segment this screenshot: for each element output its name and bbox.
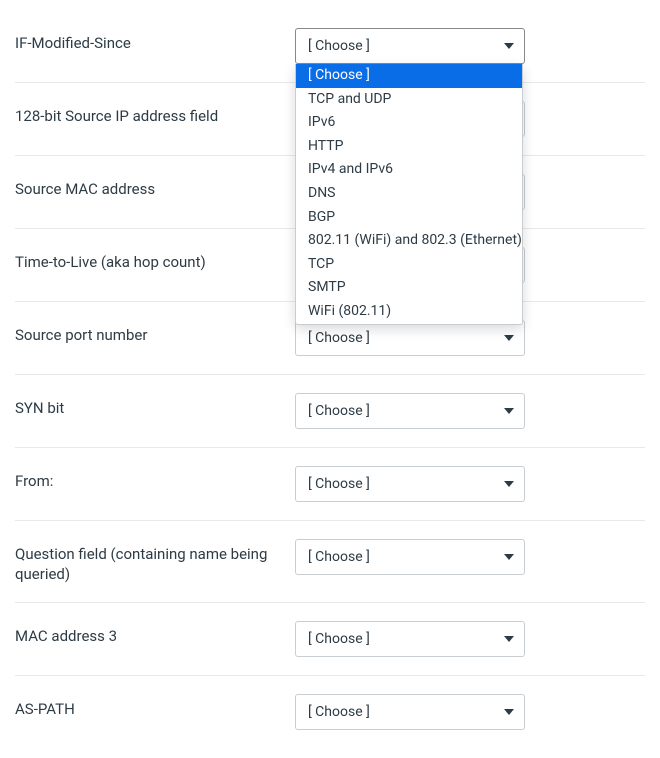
select-dropdown[interactable]: [ Choose ]: [295, 694, 525, 730]
select-dropdown[interactable]: [ Choose ]: [295, 28, 525, 64]
field-input-col: [ Choose ][ Choose ]TCP and UDPIPv6HTTPI…: [295, 28, 645, 64]
select-dropdown[interactable]: [ Choose ]: [295, 320, 525, 356]
field-label: Source port number: [15, 320, 295, 346]
form-row: SYN bit [ Choose ]: [15, 375, 645, 448]
dropdown-option[interactable]: HTTP: [296, 135, 522, 159]
chevron-down-icon: [504, 43, 514, 49]
field-input-col: [ Choose ]: [295, 539, 645, 575]
field-label: IF-Modified-Since: [15, 28, 295, 54]
field-label: MAC address 3: [15, 621, 295, 647]
dropdown-option[interactable]: IPv6: [296, 111, 522, 135]
select-value: [ Choose ]: [308, 631, 370, 647]
chevron-down-icon: [504, 408, 514, 414]
dropdown-option[interactable]: DNS: [296, 182, 522, 206]
dropdown-option[interactable]: [ Choose ]: [296, 64, 522, 88]
form-row: Question field (containing name being qu…: [15, 521, 645, 603]
chevron-down-icon: [504, 636, 514, 642]
chevron-down-icon: [504, 709, 514, 715]
form-row: From: [ Choose ]: [15, 448, 645, 521]
select-value: [ Choose ]: [308, 549, 370, 565]
dropdown-option[interactable]: IPv4 and IPv6: [296, 158, 522, 182]
field-input-col: [ Choose ]: [295, 621, 645, 657]
dropdown-option[interactable]: WiFi (802.11): [296, 300, 522, 324]
select-value: [ Choose ]: [308, 330, 370, 346]
field-input-col: [ Choose ]: [295, 393, 645, 429]
dropdown-option[interactable]: TCP: [296, 253, 522, 277]
matching-form: IF-Modified-Since[ Choose ][ Choose ]TCP…: [0, 0, 660, 758]
select-value: [ Choose ]: [308, 704, 370, 720]
form-row: IF-Modified-Since[ Choose ][ Choose ]TCP…: [15, 10, 645, 83]
field-label: Time-to-Live (aka hop count): [15, 247, 295, 273]
field-label: From:: [15, 466, 295, 492]
field-label: SYN bit: [15, 393, 295, 419]
field-label: Question field (containing name being qu…: [15, 539, 295, 584]
chevron-down-icon: [504, 481, 514, 487]
select-value: [ Choose ]: [308, 403, 370, 419]
select-dropdown[interactable]: [ Choose ]: [295, 539, 525, 575]
form-row: MAC address 3 [ Choose ]: [15, 603, 645, 676]
dropdown-option[interactable]: 802.11 (WiFi) and 802.3 (Ethernet): [296, 229, 522, 253]
field-label: 128-bit Source IP address field: [15, 101, 295, 127]
select-value: [ Choose ]: [308, 38, 370, 54]
field-input-col: [ Choose ]: [295, 466, 645, 502]
field-label: Source MAC address: [15, 174, 295, 200]
field-input-col: [ Choose ]: [295, 320, 645, 356]
select-dropdown[interactable]: [ Choose ]: [295, 621, 525, 657]
select-dropdown[interactable]: [ Choose ]: [295, 466, 525, 502]
field-input-col: [ Choose ]: [295, 694, 645, 730]
chevron-down-icon: [504, 335, 514, 341]
chevron-down-icon: [504, 554, 514, 560]
select-dropdown[interactable]: [ Choose ]: [295, 393, 525, 429]
field-label: AS-PATH: [15, 694, 295, 720]
select-value: [ Choose ]: [308, 476, 370, 492]
dropdown-panel: [ Choose ]TCP and UDPIPv6HTTPIPv4 and IP…: [295, 64, 523, 325]
dropdown-option[interactable]: SMTP: [296, 276, 522, 300]
dropdown-option[interactable]: TCP and UDP: [296, 88, 522, 112]
dropdown-option[interactable]: BGP: [296, 206, 522, 230]
form-row: AS-PATH [ Choose ]: [15, 676, 645, 748]
